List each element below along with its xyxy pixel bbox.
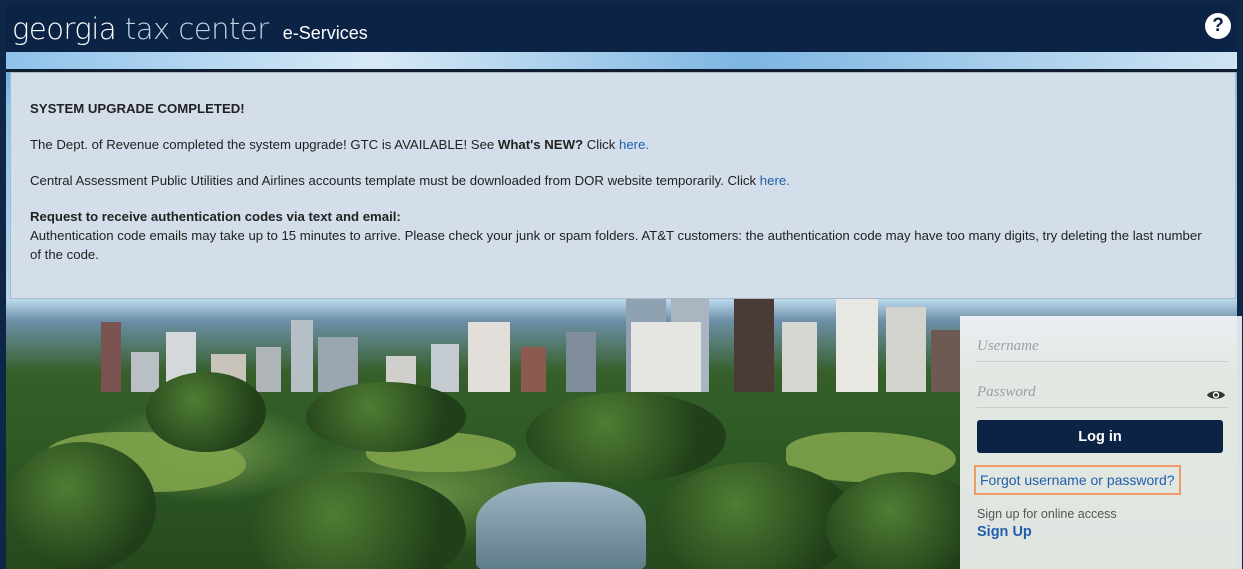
building	[886, 307, 926, 392]
signup-prompt: Sign up for online access	[977, 507, 1117, 521]
auth-body: Authentication code emails may take up t…	[30, 228, 1202, 262]
login-button[interactable]: Log in	[977, 420, 1223, 453]
notice-p1-click: Click	[583, 137, 620, 152]
top-bar: georgia tax center e-Services ?	[6, 6, 1237, 52]
signup-link[interactable]: Sign Up	[977, 524, 1228, 540]
login-panel: Log in Forgot username or password? Sign…	[960, 316, 1242, 569]
tree-cluster	[246, 472, 466, 569]
forgot-password-link[interactable]: Forgot username or password?	[974, 465, 1181, 495]
building	[566, 332, 596, 392]
username-field	[977, 316, 1228, 362]
question-circle-icon[interactable]: ?	[1205, 13, 1231, 39]
building	[782, 322, 817, 392]
brand-logo: georgia tax center	[12, 12, 269, 46]
tree-cluster	[6, 442, 156, 569]
building	[468, 322, 510, 392]
building	[291, 320, 313, 392]
building	[631, 322, 701, 392]
tree-cluster	[146, 372, 266, 452]
building	[318, 337, 358, 392]
username-input[interactable]	[977, 338, 1228, 355]
auth-heading: Request to receive authentication codes …	[30, 209, 401, 224]
template-download-link[interactable]: here.	[760, 173, 790, 188]
eye-icon[interactable]	[1206, 389, 1226, 401]
brand-logo-part1: georgia	[12, 12, 117, 46]
building	[521, 347, 546, 392]
building	[131, 352, 159, 392]
brand-subtitle: e-Services	[282, 23, 368, 43]
sky-band	[6, 52, 1237, 70]
brand[interactable]: georgia tax center e-Services	[6, 12, 368, 46]
notice-title: SYSTEM UPGRADE COMPLETED!	[30, 101, 245, 116]
password-input[interactable]	[977, 384, 1228, 401]
whats-new-link[interactable]: here.	[619, 137, 649, 152]
notice-p1-bold: What's NEW?	[497, 137, 584, 152]
building	[101, 322, 121, 392]
building	[931, 330, 961, 392]
building	[431, 344, 459, 392]
tree-cluster	[526, 392, 726, 482]
system-notice: SYSTEM UPGRADE COMPLETED! The Dept. of R…	[10, 72, 1236, 299]
building	[734, 292, 774, 392]
notice-paragraph-2: Central Assessment Public Utilities and …	[30, 171, 1216, 190]
brand-logo-part2: tax center	[124, 12, 269, 46]
pond	[476, 482, 646, 569]
notice-p2-text: Central Assessment Public Utilities and …	[30, 173, 760, 188]
notice-paragraph-1: The Dept. of Revenue completed the syste…	[30, 135, 1216, 154]
notice-p1-text: The Dept. of Revenue completed the syste…	[30, 137, 498, 152]
building	[256, 347, 281, 392]
tree-cluster	[306, 382, 466, 452]
building	[836, 292, 878, 392]
password-field	[977, 362, 1228, 408]
